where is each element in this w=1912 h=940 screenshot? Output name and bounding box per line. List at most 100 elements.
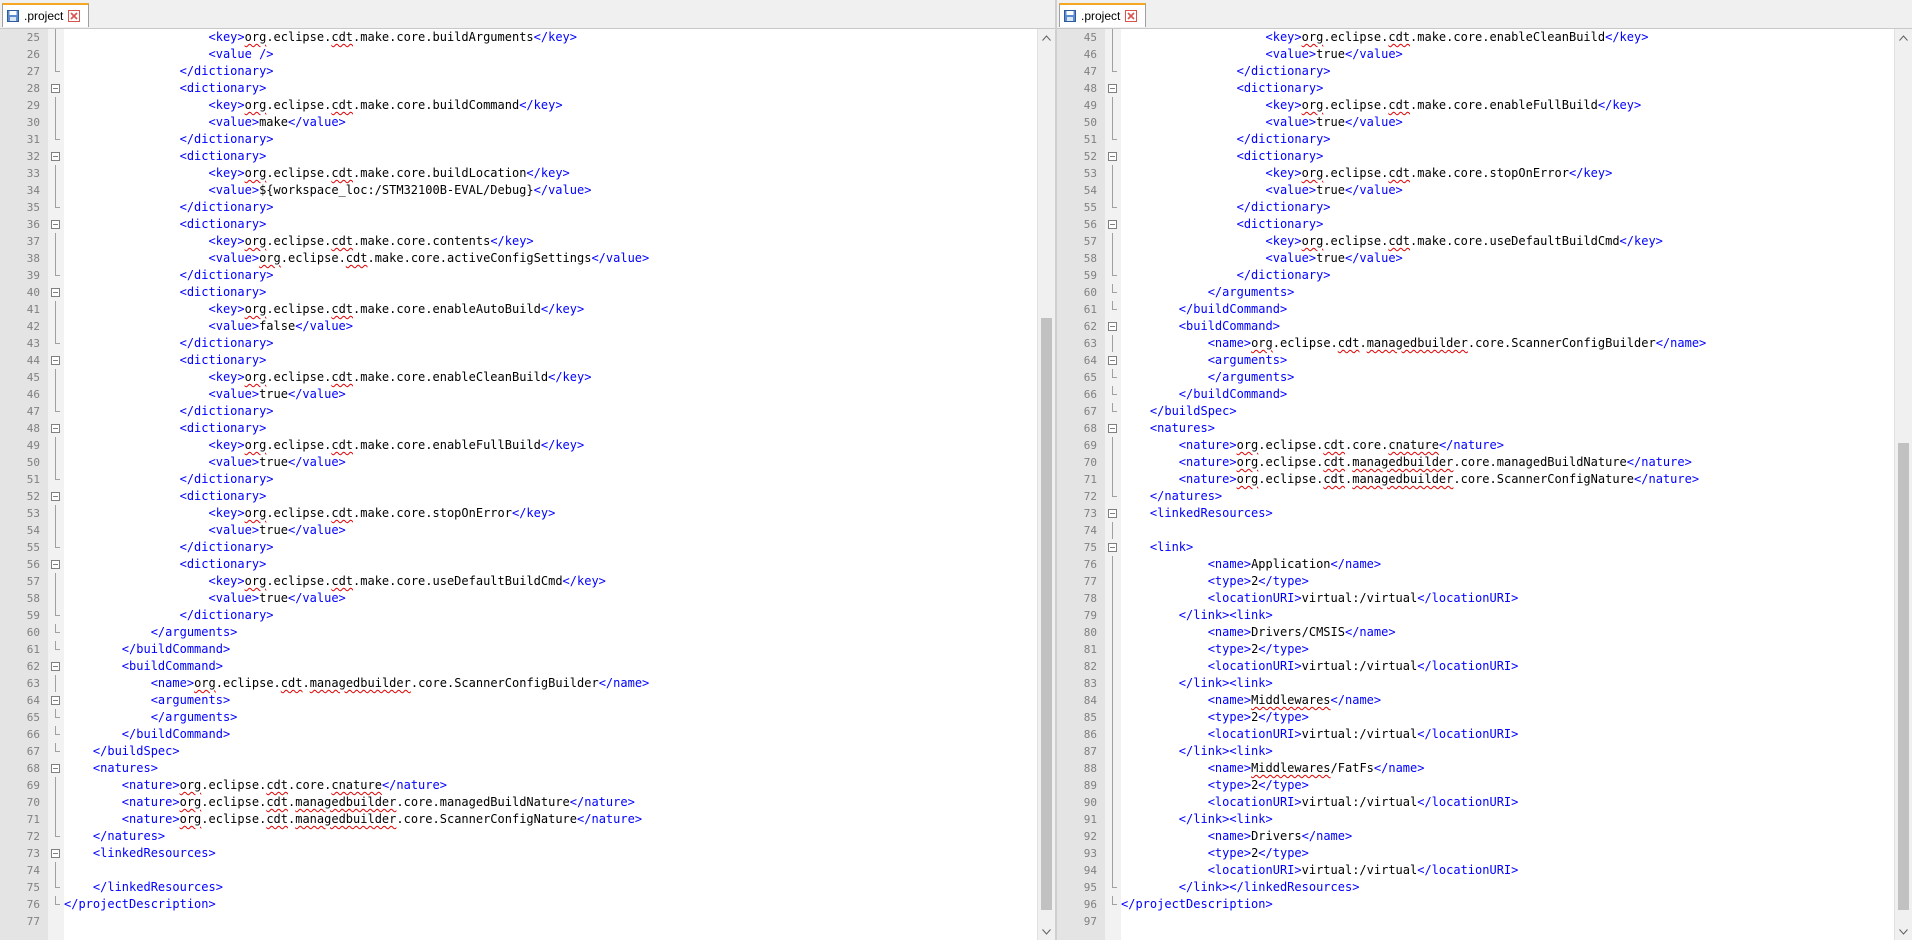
fold-toggle-icon[interactable]	[51, 220, 60, 229]
tab-project[interactable]: .project	[2, 3, 90, 27]
code-line[interactable]: </buildCommand>	[64, 641, 230, 658]
code-line[interactable]: <key>org.eclipse.cdt.make.core.enableAut…	[64, 301, 585, 318]
code-line[interactable]: <dictionary>	[64, 80, 267, 97]
code-area[interactable]: <key>org.eclipse.cdt.make.core.buildArgu…	[64, 29, 1037, 940]
code-line[interactable]: <name>Application</name>	[1121, 556, 1381, 573]
fold-toggle-icon[interactable]	[51, 560, 60, 569]
code-line[interactable]: <name>org.eclipse.cdt.managedbuilder.cor…	[64, 675, 650, 692]
code-line[interactable]: <nature>org.eclipse.cdt.managedbuilder.c…	[64, 794, 635, 811]
code-line[interactable]: <dictionary>	[64, 556, 267, 573]
code-line[interactable]: <natures>	[1121, 420, 1215, 437]
fold-toggle-icon[interactable]	[51, 356, 60, 365]
code-line[interactable]: <value>true</value>	[1121, 114, 1403, 131]
code-line[interactable]: <locationURI>virtual:/virtual</locationU…	[1121, 658, 1519, 675]
code-line[interactable]: </natures>	[1121, 488, 1222, 505]
code-line[interactable]: <value>${workspace_loc:/STM32100B-EVAL/D…	[64, 182, 592, 199]
code-line[interactable]: <nature>org.eclipse.cdt.core.cnature</na…	[1121, 437, 1504, 454]
code-line[interactable]: <value>true</value>	[64, 386, 346, 403]
tab-project[interactable]: .project	[1059, 3, 1147, 27]
code-line[interactable]: </dictionary>	[64, 539, 274, 556]
code-line[interactable]: <key>org.eclipse.cdt.make.core.stopOnErr…	[1121, 165, 1613, 182]
code-line[interactable]: <link>	[1121, 539, 1193, 556]
code-line[interactable]: </dictionary>	[1121, 267, 1331, 284]
fold-toggle-icon[interactable]	[51, 764, 60, 773]
code-line[interactable]: <dictionary>	[64, 352, 267, 369]
code-line[interactable]: </arguments>	[1121, 284, 1295, 301]
code-line[interactable]: <name>Middlewares</name>	[1121, 692, 1381, 709]
code-area[interactable]: <key>org.eclipse.cdt.make.core.enableCle…	[1121, 29, 1894, 940]
code-line[interactable]: </dictionary>	[64, 607, 274, 624]
code-line[interactable]: <locationURI>virtual:/virtual</locationU…	[1121, 590, 1519, 607]
vertical-scrollbar[interactable]	[1037, 29, 1055, 940]
code-line[interactable]: <dictionary>	[64, 284, 267, 301]
code-line[interactable]: </link><link>	[1121, 811, 1273, 828]
code-line[interactable]: </dictionary>	[64, 403, 274, 420]
code-line[interactable]: <value>true</value>	[1121, 46, 1403, 63]
code-line[interactable]: <nature>org.eclipse.cdt.managedbuilder.c…	[1121, 454, 1692, 471]
code-line[interactable]: <nature>org.eclipse.cdt.managedbuilder.c…	[64, 811, 642, 828]
code-line[interactable]: <locationURI>virtual:/virtual</locationU…	[1121, 862, 1519, 879]
code-line[interactable]: <nature>org.eclipse.cdt.core.cnature</na…	[64, 777, 447, 794]
code-line[interactable]: <dictionary>	[64, 420, 267, 437]
code-line[interactable]: <type>2</type>	[1121, 777, 1309, 794]
fold-toggle-icon[interactable]	[1108, 356, 1117, 365]
code-line[interactable]: <locationURI>virtual:/virtual</locationU…	[1121, 726, 1519, 743]
scroll-up-arrow-icon[interactable]	[1038, 29, 1055, 46]
code-line[interactable]: </arguments>	[64, 709, 238, 726]
code-line[interactable]: <key>org.eclipse.cdt.make.core.buildArgu…	[64, 29, 578, 46]
code-line[interactable]: </dictionary>	[64, 335, 274, 352]
code-line[interactable]: <locationURI>virtual:/virtual</locationU…	[1121, 794, 1519, 811]
code-line[interactable]: </dictionary>	[64, 471, 274, 488]
code-line[interactable]: <arguments>	[1121, 352, 1287, 369]
code-line[interactable]: <value>true</value>	[64, 522, 346, 539]
code-line[interactable]: <key>org.eclipse.cdt.make.core.useDefaul…	[1121, 233, 1663, 250]
code-line[interactable]: </link></linkedResources>	[1121, 879, 1360, 896]
code-line[interactable]: </arguments>	[64, 624, 238, 641]
code-line[interactable]: <value>false</value>	[64, 318, 354, 335]
code-line[interactable]: </link><link>	[1121, 675, 1273, 692]
code-editor[interactable]: 25 26 27 28 29 30 31 32 33 34 35 36 37 38 39 40 41 42 43 44…	[0, 29, 1055, 940]
code-line[interactable]: <key>org.eclipse.cdt.make.core.useDefaul…	[64, 573, 606, 590]
code-line[interactable]: </buildSpec>	[64, 743, 180, 760]
code-line[interactable]: </natures>	[64, 828, 165, 845]
code-line[interactable]: </arguments>	[1121, 369, 1295, 386]
scrollbar-thumb[interactable]	[1898, 443, 1909, 910]
code-line[interactable]: </dictionary>	[64, 63, 274, 80]
fold-toggle-icon[interactable]	[1108, 509, 1117, 518]
code-line[interactable]: <value>true</value>	[64, 590, 346, 607]
code-line[interactable]: <key>org.eclipse.cdt.make.core.buildLoca…	[64, 165, 570, 182]
fold-toggle-icon[interactable]	[51, 152, 60, 161]
code-line[interactable]: </dictionary>	[1121, 131, 1331, 148]
code-line[interactable]: <name>Drivers</name>	[1121, 828, 1353, 845]
code-line[interactable]: <name>org.eclipse.cdt.managedbuilder.cor…	[1121, 335, 1707, 352]
fold-toggle-icon[interactable]	[51, 492, 60, 501]
code-line[interactable]: <value>make</value>	[64, 114, 346, 131]
code-line[interactable]: <linkedResources>	[1121, 505, 1273, 522]
fold-toggle-icon[interactable]	[51, 84, 60, 93]
fold-toggle-icon[interactable]	[51, 849, 60, 858]
code-line[interactable]: <type>2</type>	[1121, 845, 1309, 862]
code-line[interactable]: <buildCommand>	[64, 658, 223, 675]
close-x-icon[interactable]	[1125, 10, 1138, 22]
code-line[interactable]: <key>org.eclipse.cdt.make.core.buildComm…	[64, 97, 563, 114]
code-line[interactable]: <value>org.eclipse.cdt.make.core.activeC…	[64, 250, 650, 267]
code-line[interactable]: </dictionary>	[64, 267, 274, 284]
code-line[interactable]: <value>true</value>	[64, 454, 346, 471]
scroll-down-arrow-icon[interactable]	[1895, 923, 1912, 940]
fold-toggle-icon[interactable]	[51, 662, 60, 671]
code-editor[interactable]: 45 46 47 48 49 50 51 52 53 54 55 56 57 58 59 60 61 62 63 64…	[1057, 29, 1912, 940]
code-line[interactable]: <buildCommand>	[1121, 318, 1280, 335]
scroll-up-arrow-icon[interactable]	[1895, 29, 1912, 46]
code-line[interactable]: <key>org.eclipse.cdt.make.core.enableCle…	[64, 369, 592, 386]
code-line[interactable]: </link><link>	[1121, 743, 1273, 760]
code-line[interactable]: <dictionary>	[64, 216, 267, 233]
code-line[interactable]: </dictionary>	[1121, 199, 1331, 216]
code-line[interactable]: <key>org.eclipse.cdt.make.core.stopOnErr…	[64, 505, 556, 522]
code-line[interactable]: </dictionary>	[64, 131, 274, 148]
code-line[interactable]: </buildCommand>	[1121, 301, 1287, 318]
code-line[interactable]: <name>Middlewares/FatFs</name>	[1121, 760, 1425, 777]
code-line[interactable]: <value>true</value>	[1121, 250, 1403, 267]
code-line[interactable]: <key>org.eclipse.cdt.make.core.enableFul…	[1121, 97, 1642, 114]
code-line[interactable]: <type>2</type>	[1121, 709, 1309, 726]
code-line[interactable]: <key>org.eclipse.cdt.make.core.contents<…	[64, 233, 534, 250]
